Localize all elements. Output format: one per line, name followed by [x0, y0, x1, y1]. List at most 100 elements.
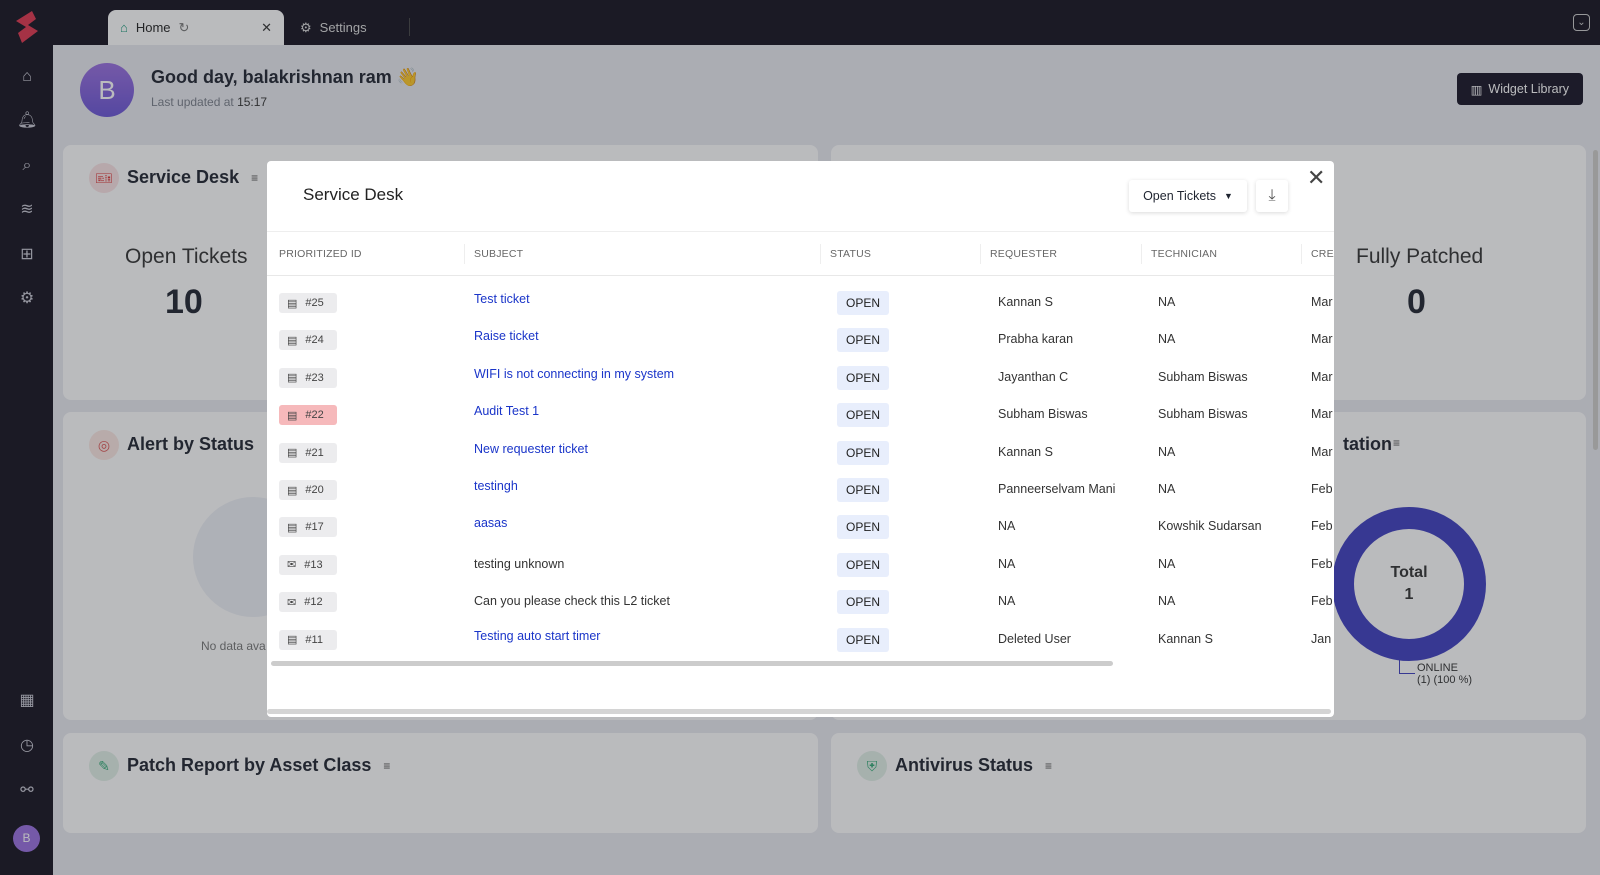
column-divider	[980, 244, 981, 264]
ticket-technician: NA	[1158, 332, 1176, 347]
ticket-id[interactable]: ▤ #17	[279, 517, 337, 538]
ticket-technician: NA	[1158, 295, 1176, 309]
close-modal-button[interactable]: ✕	[1307, 165, 1325, 191]
filter-value: Open Tickets	[1143, 189, 1217, 203]
ticket-created: Feb	[1311, 594, 1333, 609]
ticket-requester: Jayanthan C	[998, 369, 1069, 384]
ticket-created: Feb	[1311, 482, 1333, 496]
column-divider	[1141, 244, 1142, 264]
table-row[interactable]: ▤ #25 Test ticket OPEN Kannan S NA Mar	[267, 284, 1334, 321]
ticket-created: Mar	[1311, 332, 1333, 347]
ticket-id-label: #12	[304, 596, 323, 609]
ticket-created: Feb	[1311, 556, 1333, 571]
ticket-requester: NA	[998, 556, 1016, 571]
ticket-created: Mar	[1311, 295, 1333, 309]
ticket-id[interactable]: ✉ #12	[279, 592, 337, 613]
column-divider	[464, 244, 465, 264]
ticket-technician: NA	[1158, 444, 1176, 459]
ticket-technician: Kannan S	[1158, 631, 1213, 646]
ticket-id[interactable]: ▤ #23	[279, 367, 337, 388]
ticket-id[interactable]: ▤ #25	[279, 293, 337, 313]
ticket-id[interactable]: ✉ #13	[279, 554, 337, 575]
ticket-technician: NA	[1158, 594, 1176, 609]
status-badge: OPEN	[837, 515, 889, 540]
ticket-id-label: #13	[304, 558, 323, 571]
ticket-technician: Subham Biswas	[1158, 407, 1248, 422]
ticket-id-label: #22	[305, 409, 324, 422]
table-header: PRIORITIZED ID SUBJECT STATUS REQUESTER TECH…	[267, 231, 1334, 276]
column-header[interactable]: REQUESTER	[990, 248, 1057, 260]
column-divider	[820, 244, 821, 264]
table-row[interactable]: ▤ #24 Raise ticket OPEN Prabha karan NA M…	[267, 321, 1334, 358]
mail-icon: ✉	[287, 559, 297, 572]
ticket-requester: Kannan S	[998, 444, 1053, 459]
download-icon: ⤓	[1268, 187, 1276, 204]
status-badge: OPEN	[837, 291, 889, 315]
table-row[interactable]: ▤ #17 aasas OPEN NA Kowshik Sudarsan Feb	[267, 508, 1334, 545]
status-badge: OPEN	[837, 478, 889, 502]
ticket-icon: ▤	[287, 521, 298, 534]
table-horizontal-scrollbar[interactable]	[271, 661, 1113, 666]
ticket-subject[interactable]: testingh	[474, 479, 518, 493]
ticket-id[interactable]: ▤ #24	[279, 330, 337, 351]
table-row[interactable]: ▤ #23 WIFI is not connecting in my system…	[267, 359, 1334, 396]
ticket-id[interactable]: ▤ #21	[279, 442, 337, 463]
ticket-subject[interactable]: WIFI is not connecting in my system	[474, 367, 674, 381]
status-badge: OPEN	[837, 403, 889, 428]
ticket-id[interactable]: ▤ #22	[279, 405, 337, 426]
ticket-requester: Subham Biswas	[998, 407, 1088, 422]
ticket-id-label: #20	[305, 484, 324, 496]
status-badge: OPEN	[837, 552, 889, 577]
status-badge: OPEN	[837, 440, 889, 465]
ticket-id[interactable]: ▤ #11	[279, 629, 337, 650]
ticket-requester: Panneerselvam Mani	[998, 482, 1116, 496]
column-header[interactable]: STATUS	[830, 248, 871, 260]
mail-icon: ✉	[287, 596, 297, 609]
ticket-subject[interactable]: New requester ticket	[474, 442, 588, 456]
ticket-icon: ▤	[287, 634, 298, 647]
ticket-subject[interactable]: aasas	[474, 516, 507, 530]
ticket-subject: testing unknown	[474, 556, 565, 571]
page-scrollbar[interactable]	[1593, 150, 1598, 450]
ticket-subject[interactable]: Test ticket	[474, 292, 530, 306]
status-badge: OPEN	[837, 365, 889, 390]
ticket-id-label: #23	[305, 371, 324, 384]
ticket-id-label: #11	[305, 633, 323, 646]
ticket-technician: NA	[1158, 482, 1176, 496]
column-header[interactable]: CREA	[1311, 248, 1334, 260]
column-header[interactable]: PRIORITIZED ID	[279, 248, 362, 260]
ticket-id[interactable]: ▤ #20	[279, 480, 337, 500]
ticket-subject[interactable]: Testing auto start timer	[474, 629, 600, 643]
modal-scrollbar[interactable]	[267, 709, 1331, 714]
table-row[interactable]: ▤ #21 New requester ticket OPEN Kannan S …	[267, 434, 1334, 471]
ticket-icon: ▤	[287, 334, 298, 347]
ticket-subject[interactable]: Raise ticket	[474, 329, 539, 343]
ticket-id-label: #17	[305, 521, 324, 534]
column-header[interactable]: TECHNICIAN	[1151, 248, 1217, 260]
column-divider	[1301, 244, 1302, 264]
ticket-requester: Deleted User	[998, 631, 1071, 646]
ticket-filter-dropdown[interactable]: Open Tickets ▼	[1129, 180, 1247, 212]
ticket-subject: Can you please check this L2 ticket	[474, 594, 670, 609]
ticket-technician: NA	[1158, 556, 1176, 571]
ticket-created: Jan	[1311, 631, 1332, 646]
table-row[interactable]: ▤ #22 Audit Test 1 OPEN Subham Biswas Sub…	[267, 396, 1334, 433]
caret-down-icon: ▼	[1224, 191, 1233, 201]
table-row[interactable]: ▤ #11 Testing auto start timer OPEN Delet…	[267, 621, 1334, 658]
download-button[interactable]: ⤓	[1256, 180, 1288, 212]
ticket-id-label: #25	[305, 297, 324, 309]
ticket-subject[interactable]: Audit Test 1	[474, 404, 539, 418]
table-row[interactable]: ▤ #20 testingh OPEN Panneerselvam Mani NA…	[267, 471, 1334, 508]
table-row[interactable]: ✉ #13 testing unknown OPEN NA NA Feb	[267, 546, 1334, 583]
ticket-icon: ▤	[287, 484, 298, 497]
ticket-requester: NA	[998, 594, 1016, 609]
table-row[interactable]: ✉ #12 Can you please check this L2 ticket…	[267, 583, 1334, 620]
status-badge: OPEN	[837, 328, 889, 353]
column-header[interactable]: SUBJECT	[474, 248, 523, 260]
ticket-requester: NA	[998, 519, 1016, 534]
ticket-requester: Kannan S	[998, 295, 1053, 309]
ticket-created: Feb	[1311, 519, 1333, 534]
ticket-created: Mar	[1311, 444, 1333, 459]
modal-title: Service Desk	[303, 185, 404, 204]
ticket-created: Mar	[1311, 369, 1333, 384]
